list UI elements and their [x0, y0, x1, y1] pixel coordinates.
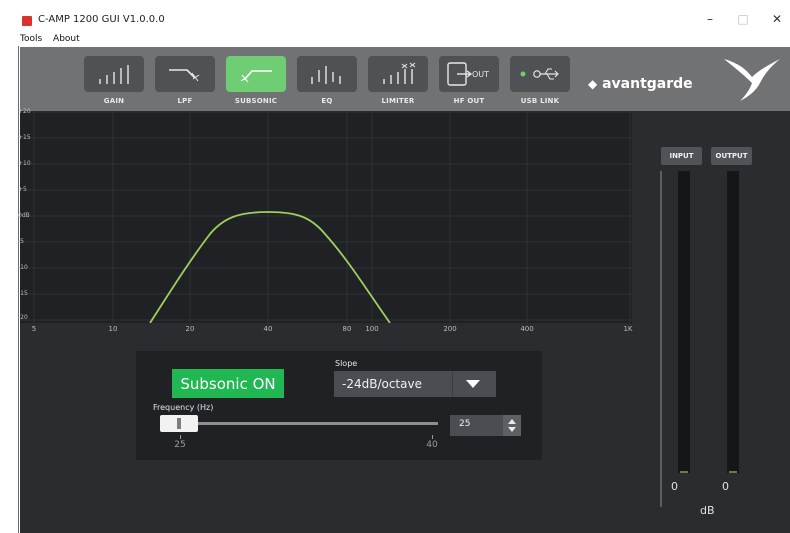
output-meter-button[interactable]: OUTPUT: [711, 147, 752, 165]
minimize-button[interactable]: –: [700, 12, 720, 26]
maximize-button[interactable]: □: [733, 12, 753, 26]
y-label: +20: [18, 108, 31, 115]
slider-tick: [432, 435, 433, 439]
spin-up-icon[interactable]: [508, 419, 516, 424]
response-plot: [20, 112, 632, 323]
tab-usb-link[interactable]: [510, 56, 570, 92]
x-label: 1K: [623, 325, 633, 333]
frequency-value: 25: [459, 419, 471, 429]
gain-bars-icon: [99, 65, 129, 84]
frequency-slider-handle[interactable]: [160, 415, 198, 432]
tab-gain[interactable]: [84, 56, 144, 92]
app-icon: [22, 16, 32, 26]
spin-down-icon[interactable]: [508, 427, 516, 432]
spinbox-buttons: [503, 415, 521, 436]
brand-name: avantgarde: [602, 76, 693, 92]
input-meter-button[interactable]: INPUT: [661, 147, 702, 165]
x-label: 10: [108, 325, 118, 333]
highpass-icon: [240, 70, 272, 83]
window-title: C-AMP 1200 GUI V1.0.0.0: [38, 14, 165, 25]
slider-min-label: 25: [174, 440, 186, 450]
meter-unit: dB: [700, 504, 715, 517]
tab-lpf[interactable]: [155, 56, 215, 92]
frequency-slider-track[interactable]: [166, 422, 438, 425]
tab-hf-out-label: HF OUT: [453, 97, 485, 105]
frequency-spinbox[interactable]: 25: [450, 415, 521, 436]
slider-max-label: 40: [426, 440, 438, 450]
x-label: 20: [185, 325, 195, 333]
input-level-meter: [678, 171, 690, 473]
frequency-label: Frequency (Hz): [153, 403, 214, 412]
y-label: 0dB: [18, 212, 30, 219]
input-level: [680, 471, 688, 473]
y-label: -5: [18, 238, 24, 245]
dropdown-separator: [452, 371, 453, 397]
tab-subsonic[interactable]: [226, 56, 286, 92]
slider-tick: [180, 435, 181, 439]
hummingbird-icon: [724, 59, 780, 101]
slope-label: Slope: [335, 359, 358, 368]
x-label: 200: [443, 325, 457, 333]
x-label: 40: [263, 325, 273, 333]
tab-lpf-label: LPF: [177, 97, 193, 105]
subsonic-toggle-button[interactable]: Subsonic ON: [172, 369, 284, 398]
tab-gain-label: GAIN: [103, 97, 125, 105]
subsonic-panel: Subsonic ON Slope -24dB/octave Frequency…: [136, 351, 542, 460]
hf-out-icon: OUT: [447, 62, 489, 86]
y-label: +5: [18, 186, 27, 193]
input-meter-value: 0: [671, 480, 678, 493]
tab-hf-out[interactable]: OUT: [439, 56, 499, 92]
output-meter-value: 0: [722, 480, 729, 493]
tab-usb-link-label: USB LINK: [520, 97, 560, 105]
meter-divider: [660, 171, 662, 507]
toolbar: GAIN LPF SUBSONIC EQ LIMITER OUT HF OUT …: [20, 47, 790, 111]
hf-out-text: OUT: [472, 70, 489, 79]
y-label: +15: [18, 134, 31, 141]
y-label: -10: [18, 264, 28, 271]
tab-limiter-label: LIMITER: [381, 97, 415, 105]
x-label: 5: [31, 325, 37, 333]
y-label: +10: [18, 160, 31, 167]
tab-limiter[interactable]: [368, 56, 428, 92]
output-level-meter: [727, 171, 739, 473]
chevron-down-icon: [466, 380, 480, 388]
x-label: 400: [520, 325, 534, 333]
close-button[interactable]: ✕: [767, 12, 787, 26]
tab-eq-label: EQ: [321, 97, 333, 105]
slope-value: -24dB/octave: [342, 377, 422, 391]
frequency-response-graph: +20 +15 +10 +5 0dB -5 -10 -15 -20 5 10 2…: [18, 108, 633, 333]
x-label: 100: [365, 325, 379, 333]
slope-dropdown[interactable]: -24dB/octave: [334, 371, 496, 397]
y-label: -15: [18, 290, 28, 297]
menu-about[interactable]: About: [53, 34, 80, 44]
brand-logo: ◆ avantgarde: [588, 76, 693, 92]
limiter-icon: [383, 62, 416, 84]
tab-subsonic-label: SUBSONIC: [234, 97, 278, 105]
menu-bar: Tools About: [20, 34, 88, 46]
lowpass-icon: [169, 69, 200, 82]
eq-icon: [311, 66, 341, 84]
tab-eq[interactable]: [297, 56, 357, 92]
output-level: [729, 471, 737, 473]
y-label: -20: [18, 314, 28, 321]
title-bar: C-AMP 1200 GUI V1.0.0.0 – □ ✕: [0, 0, 790, 32]
usb-icon: [520, 68, 559, 80]
x-label: 80: [342, 325, 352, 333]
app-area: GAIN LPF SUBSONIC EQ LIMITER OUT HF OUT …: [18, 47, 790, 533]
menu-tools[interactable]: Tools: [20, 34, 42, 44]
